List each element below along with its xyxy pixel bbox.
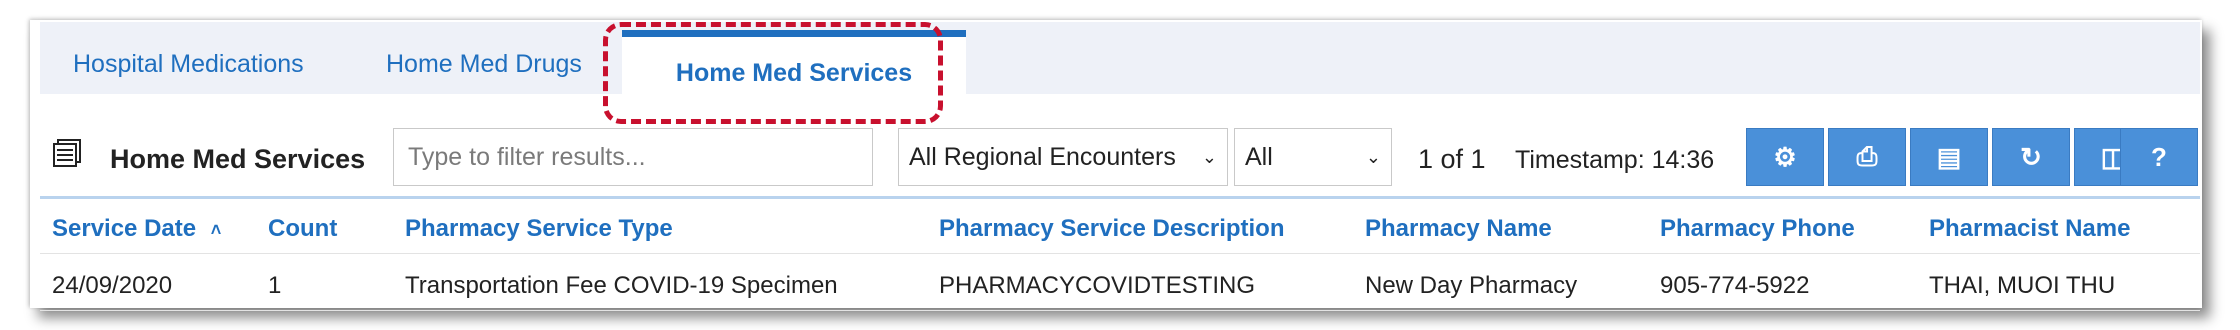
cell-pharmacy-phone: 905-774-5922 [1660,272,1810,299]
section-title: Home Med Services [110,144,366,174]
list-view-button[interactable]: ▤ [1910,128,1988,186]
sort-ascending-icon: ˄ [210,220,222,240]
refresh-icon: ↻ [2020,141,2042,172]
tab-home-med-services[interactable]: Home Med Services [622,30,966,94]
timestamp: Timestamp: 14:36 [1515,146,1715,174]
settings-button[interactable]: ⚙ [1746,128,1824,186]
cell-service-date: 24/09/2020 [52,272,173,299]
header-divider [40,196,2200,199]
help-button[interactable]: ? [2120,128,2198,186]
gear-icon: ⚙ [1773,141,1797,172]
row-divider [40,310,2200,311]
column-header-service-description[interactable]: Pharmacy Service Description [939,215,1285,243]
grid-icon [53,139,81,167]
row-divider [40,253,2200,254]
scope-select-value: All [1245,142,1273,171]
help-icon: ? [2151,141,2167,172]
encounter-select[interactable]: All Regional Encounters ⌄ [898,128,1228,186]
column-header-pharmacy-name[interactable]: Pharmacy Name [1365,215,1552,243]
column-header-pharmacist-name[interactable]: Pharmacist Name [1929,215,2130,243]
cell-pharmacist-name: THAI, MUOI THU [1929,272,2116,299]
column-header-pharmacy-phone[interactable]: Pharmacy Phone [1660,215,1855,243]
list-icon: ▤ [1936,141,1962,172]
column-header-label: Service Date [52,215,197,242]
cell-service-type: Transportation Fee COVID-19 Specimen [405,272,838,299]
cell-service-description: PHARMACYCOVIDTESTING [939,272,1256,299]
chevron-down-icon: ⌄ [1365,146,1381,167]
print-button[interactable]: ⎙ [1828,128,1906,186]
refresh-button[interactable]: ↻ [1992,128,2070,186]
home-med-panel: Hospital Medications Home Med Drugs Home… [40,22,2200,311]
tab-hospital-medications[interactable]: Hospital Medications [73,50,304,79]
tab-bar: Hospital Medications Home Med Drugs Home… [40,22,2200,94]
cell-count: 1 [268,272,282,299]
encounter-select-value: All Regional Encounters [909,142,1176,171]
column-header-count[interactable]: Count [268,215,337,243]
print-icon: ⎙ [1856,141,1878,171]
filter-input[interactable] [393,128,873,186]
tab-home-med-drugs[interactable]: Home Med Drugs [386,50,582,79]
scope-select[interactable]: All ⌄ [1234,128,1392,186]
column-header-service-date[interactable]: Service Date ˄ [52,215,221,243]
column-header-service-type[interactable]: Pharmacy Service Type [405,215,673,243]
cell-pharmacy-name: New Day Pharmacy [1365,272,1578,299]
chevron-down-icon: ⌄ [1201,146,1217,167]
pager: 1 of 1 [1418,144,1486,174]
